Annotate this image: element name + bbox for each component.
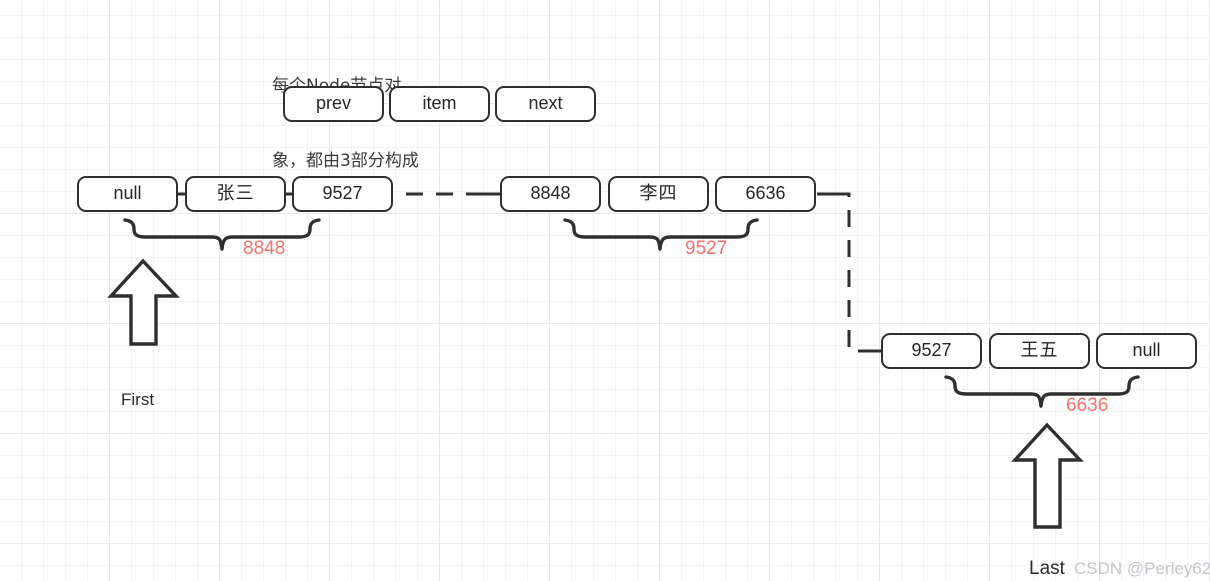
node-2-address-label: 9527: [685, 238, 728, 259]
csdn-watermark: CSDN @Perley620: [1074, 559, 1210, 578]
node-2-next: 6636: [715, 176, 816, 212]
legend-cell-next: next: [495, 86, 596, 122]
first-pointer-label: First: [121, 390, 155, 409]
node-2-item: 李四: [608, 176, 709, 212]
legend-cell-item: item: [389, 86, 490, 122]
node-structure-note-line2: 象，都由3部分构成: [272, 151, 419, 171]
last-pointer-label: Last: [1029, 558, 1065, 579]
node-1-address-label: 8848: [243, 238, 286, 259]
node-3-prev: 9527: [881, 333, 982, 369]
node-1-next: 9527: [292, 176, 393, 212]
node-3-item: 王五: [989, 333, 1090, 369]
node-2-prev: 8848: [500, 176, 601, 212]
node-1-prev: null: [77, 176, 178, 212]
node-3-address-label: 6636: [1066, 395, 1109, 416]
graph-paper-background: [0, 0, 1210, 581]
node-1-item: 张三: [185, 176, 286, 212]
node-3-next: null: [1096, 333, 1197, 369]
legend-cell-prev: prev: [283, 86, 384, 122]
